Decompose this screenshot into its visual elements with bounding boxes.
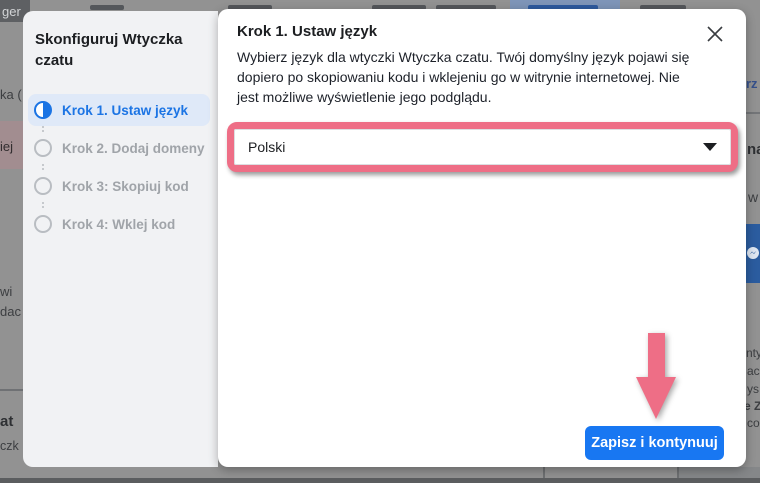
chevron-down-icon — [703, 143, 717, 151]
dialog-content: Krok 1. Ustaw język Wybierz język dla wt… — [218, 9, 746, 467]
dialog-title: Skonfiguruj Wtyczka czatu — [23, 11, 218, 71]
annotation-highlight-box: Polski — [227, 122, 738, 172]
background-divider — [543, 467, 545, 478]
step-label: Krok 2. Dodaj domeny — [62, 141, 205, 156]
step-item-4[interactable]: Krok 4: Wklej kod — [28, 208, 210, 240]
background-text-fragment: iej — [0, 140, 13, 153]
save-continue-button[interactable]: Zapisz i kontynuuj — [585, 426, 724, 460]
background-text-fragment: w — [748, 190, 758, 204]
background-divider — [0, 389, 23, 391]
background-text-fragment: na — [747, 142, 760, 157]
close-button[interactable] — [706, 25, 724, 43]
step-label: Krok 4: Wklej kod — [62, 217, 175, 232]
step-list: Krok 1. Ustaw język Krok 2. Dodaj domeny… — [28, 94, 210, 240]
language-select[interactable]: Polski — [234, 129, 731, 165]
language-select-value: Polski — [248, 139, 285, 155]
background-text-fragment: dac — [0, 305, 21, 318]
step-label: Krok 1. Ustaw język — [62, 103, 188, 118]
background-divider — [746, 112, 760, 114]
background-shade — [679, 467, 760, 478]
background-text-fragment: ger — [2, 5, 21, 18]
annotation-arrow-shaft — [648, 333, 665, 379]
step-progress-icon — [34, 101, 52, 119]
dimmed-tab-text — [90, 5, 124, 10]
step-item-3[interactable]: Krok 3: Skopiuj kod — [28, 170, 210, 202]
step-heading: Krok 1. Ustaw język — [237, 23, 377, 40]
step-circle-icon — [34, 215, 52, 233]
background-text-fragment: ys — [747, 383, 759, 395]
background-text-fragment: e Z — [744, 400, 760, 412]
annotation-arrow-head — [636, 377, 676, 419]
messenger-icon — [746, 224, 760, 283]
background-text-fragment: ka ( — [0, 88, 22, 101]
background-text-fragment: nty — [746, 347, 760, 359]
background-text-fragment: czk — [0, 440, 19, 453]
step-item-1[interactable]: Krok 1. Ustaw język — [28, 94, 210, 126]
close-icon — [706, 25, 724, 43]
step-description: Wybierz język dla wtyczki Wtyczka czatu.… — [237, 47, 705, 107]
background-text-fragment: rz — [746, 77, 758, 90]
step-circle-icon — [34, 177, 52, 195]
background-text-fragment: wi — [0, 285, 12, 298]
dialog-sidebar: Skonfiguruj Wtyczka czatu Krok 1. Ustaw … — [23, 11, 218, 467]
screenshot-root: ger ka ( iej wi dac at czk rz na w nty a… — [0, 0, 760, 483]
background-text-fragment: at — [0, 414, 13, 429]
background-text-fragment: co — [747, 417, 760, 429]
step-item-2[interactable]: Krok 2. Dodaj domeny — [28, 132, 210, 164]
step-circle-icon — [34, 139, 52, 157]
background-text-fragment: ac — [747, 365, 760, 377]
background-bottom-band — [0, 478, 760, 483]
step-label: Krok 3: Skopiuj kod — [62, 179, 189, 194]
